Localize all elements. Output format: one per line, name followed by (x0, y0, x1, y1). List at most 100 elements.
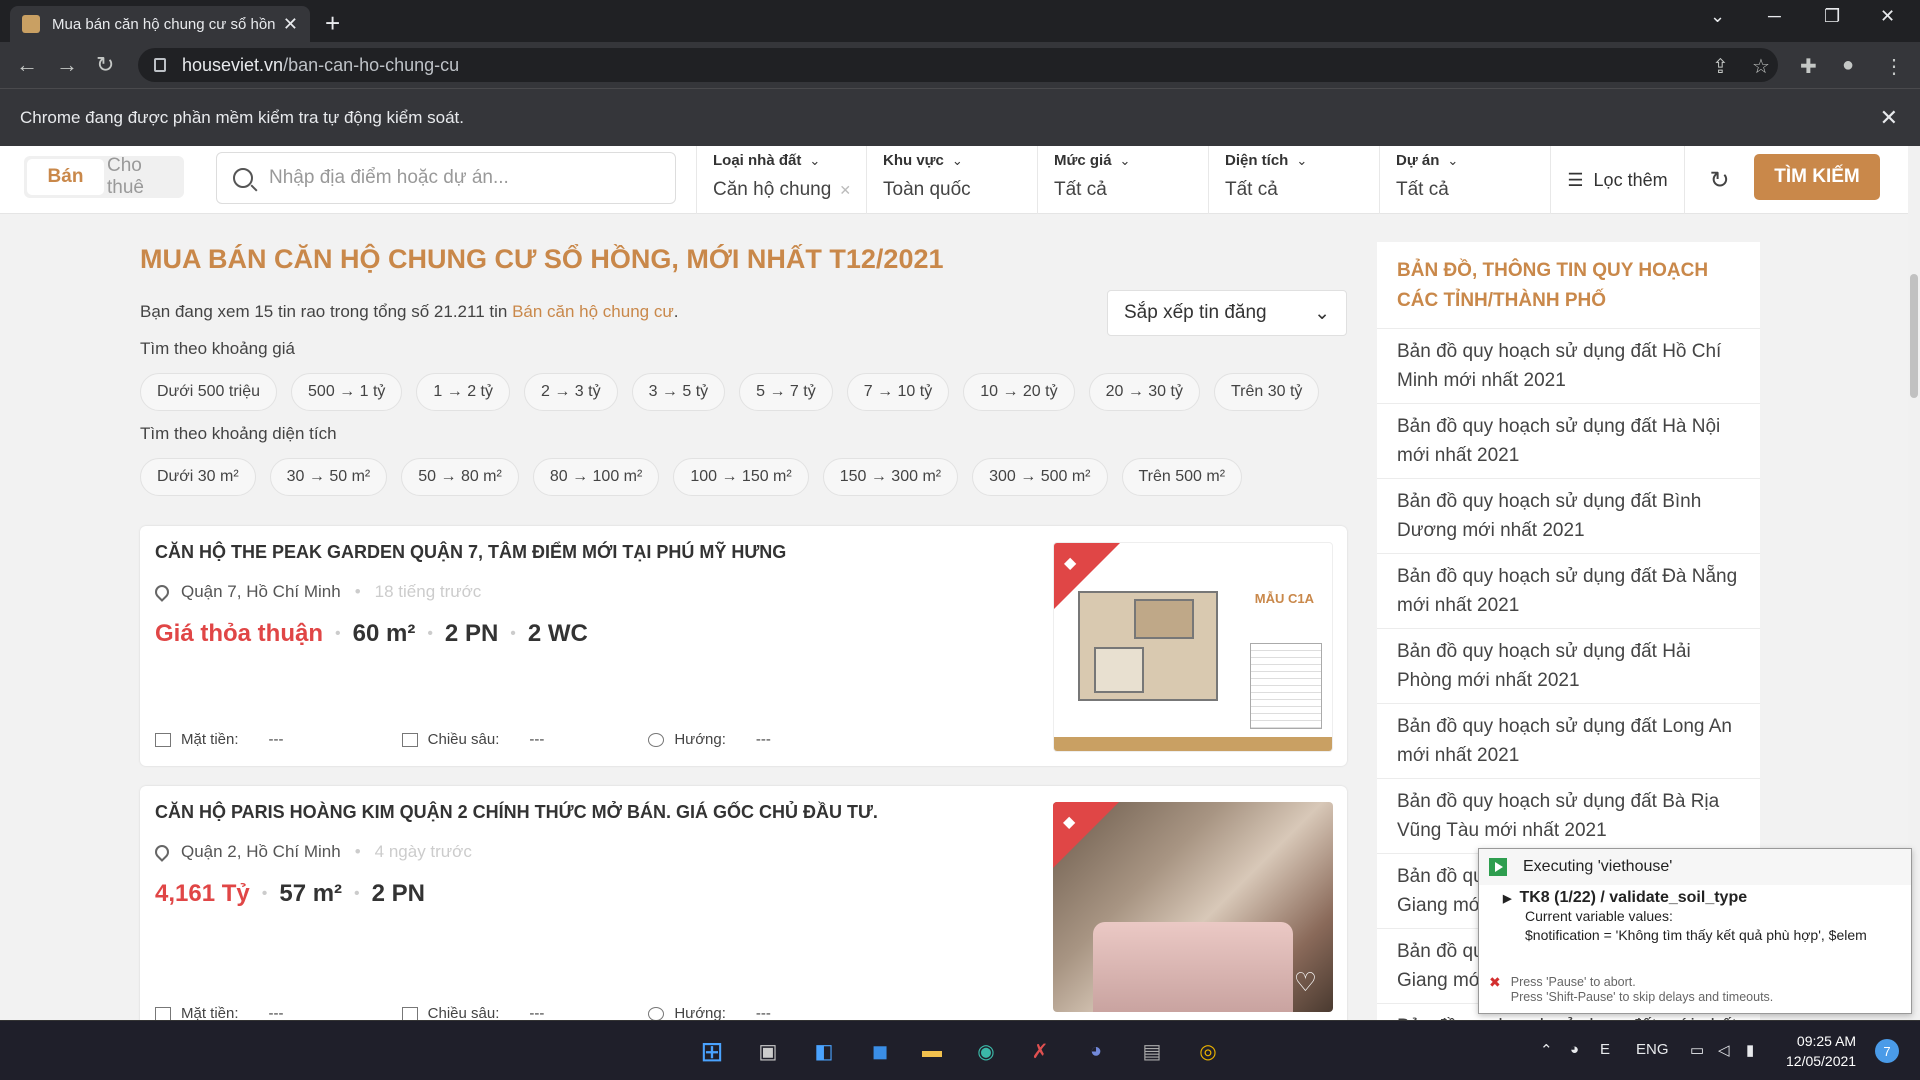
listing-title[interactable]: CĂN HỘ THE PEAK GARDEN QUẬN 7, TÂM ĐIỂM … (155, 542, 786, 563)
scrollbar-thumb[interactable] (1910, 274, 1918, 398)
expand-arrow-icon[interactable]: ▶ (1503, 893, 1511, 905)
discord-tray-icon[interactable]: ◕ (1570, 1041, 1579, 1058)
separator-dot: • (354, 842, 361, 861)
area-chip[interactable]: 30 → 50 m² (269, 458, 388, 496)
category-link[interactable]: Bán căn hộ chung cư (512, 302, 674, 321)
url-path: /ban-can-ho-chung-cu (283, 54, 460, 75)
edge-icon[interactable]: ◉ (968, 1033, 1004, 1069)
tab-close-icon[interactable]: ✕ (283, 14, 298, 35)
area-chip[interactable]: 50 → 80 m² (401, 458, 519, 496)
language-indicator[interactable]: ENG (1636, 1041, 1669, 1058)
listing-area: 60 m² (352, 620, 416, 647)
widgets-icon[interactable]: ◧ (806, 1033, 842, 1069)
clock-date: 12/05/2021 (1786, 1053, 1857, 1069)
profile-icon[interactable]: ● (1842, 54, 1854, 77)
listing-bedrooms: 2 PN (444, 620, 499, 647)
area-chip[interactable]: 100 → 150 m² (673, 458, 809, 496)
filter-property-type[interactable]: Loại nhà đất ⌄ Căn hộ chung ✕ (696, 146, 866, 214)
address-bar[interactable]: houseviet.vn/ban-can-ho-chung-cu (138, 48, 1778, 82)
reload-icon[interactable]: ↻ (96, 52, 114, 78)
tab-cho-thue[interactable]: Cho thuê (107, 155, 184, 198)
sidebar-link[interactable]: Bản đồ quy hoạch sử dụng đất Hà Nội mới … (1377, 404, 1760, 479)
sort-dropdown[interactable]: Sắp xếp tin đăng ⌄ (1107, 290, 1347, 336)
back-icon[interactable]: ← (16, 52, 38, 78)
price-chip[interactable]: 7 → 10 tỷ (846, 373, 950, 411)
price-chip[interactable]: 10 → 20 tỷ (963, 373, 1075, 411)
lock-icon (154, 58, 166, 72)
terminal-icon[interactable]: ▤ (1134, 1033, 1170, 1069)
reset-filters-icon[interactable]: ↻ (1684, 146, 1754, 214)
clear-icon[interactable]: ✕ (839, 182, 851, 198)
windows-start-icon[interactable]: ⊞ (694, 1033, 730, 1069)
katalon-icon[interactable]: ✗ (1022, 1033, 1058, 1069)
area-chip[interactable]: 80 → 100 m² (532, 458, 660, 496)
volume-icon[interactable]: ◁ (1718, 1041, 1730, 1059)
listing-image-floorplan[interactable]: MẪU C1A ◆ (1053, 542, 1333, 752)
tab-ban[interactable]: Bán (27, 159, 104, 195)
listing-title[interactable]: CĂN HỘ PARIS HOÀNG KIM QUẬN 2 CHÍNH THỨC… (155, 802, 878, 823)
search-button[interactable]: TÌM KIẾM (1754, 154, 1880, 200)
windows-taskbar: ⊞ ▣ ◧ ◼ ▬ ◉ ✗ ◕ ▤ ◎ ⌃ ◕ E ENG ▭ ◁ ▮ 09:2… (0, 1020, 1920, 1080)
price-chip[interactable]: 1 → 2 tỷ (416, 373, 510, 411)
filter-price[interactable]: Mức giá ⌄ Tất cả (1037, 146, 1208, 214)
filter-region[interactable]: Khu vực ⌄ Toàn quốc (866, 146, 1037, 214)
file-explorer-icon[interactable]: ▬ (914, 1033, 950, 1069)
sidebar-link[interactable]: Bản đồ quy hoạch sử dụng đất Đà Nẵng mới… (1377, 554, 1760, 629)
system-clock[interactable]: 09:25 AM 12/05/2021 (1786, 1031, 1856, 1071)
sidebar-link[interactable]: Bản đồ quy hoạch sử dụng đất Bà Rịa Vũng… (1377, 779, 1760, 854)
chrome-icon[interactable]: ◎ (1190, 1033, 1226, 1069)
frontage-icon (155, 732, 171, 747)
menu-icon[interactable]: ⋮ (1884, 54, 1904, 79)
chevron-down-icon: ⌄ (951, 153, 963, 168)
listing-image-bedroom[interactable]: ◆ ♡ (1053, 802, 1333, 1012)
store-icon[interactable]: ◼ (862, 1033, 898, 1069)
ime-icon[interactable]: E (1600, 1041, 1610, 1058)
share-icon[interactable]: ⇪ (1712, 54, 1729, 79)
infobar-close-icon[interactable]: ✕ (1880, 105, 1898, 131)
sidebar-link[interactable]: Bản đồ quy hoạch sử dụng đất Bình Dương … (1377, 479, 1760, 554)
frontage-label: Mặt tiền: (181, 731, 239, 748)
price-chip[interactable]: 20 → 30 tỷ (1088, 373, 1200, 411)
price-chip[interactable]: 5 → 7 tỷ (739, 373, 833, 411)
battery-icon[interactable]: ▮ (1746, 1041, 1754, 1059)
area-chip[interactable]: Dưới 30 m² (140, 458, 256, 496)
area-chip[interactable]: 150 → 300 m² (822, 458, 959, 496)
location-search-input[interactable]: Nhập địa điểm hoặc dự án... (216, 152, 676, 204)
browser-tab[interactable]: Mua bán căn hộ chung cư sổ hồng ✕ (10, 6, 310, 42)
more-filters-button[interactable]: ☰ Lọc thêm (1550, 146, 1684, 214)
filter-value: Tất cả (1054, 179, 1107, 200)
new-tab-button[interactable]: + (325, 8, 340, 39)
area-chip[interactable]: 300 → 500 m² (972, 458, 1108, 496)
price-chip[interactable]: Trên 30 tỷ (1213, 373, 1320, 411)
network-icon[interactable]: ▭ (1690, 1041, 1704, 1059)
discord-icon[interactable]: ◕ (1078, 1033, 1114, 1069)
task-view-icon[interactable]: ▣ (750, 1033, 786, 1069)
minimize-icon[interactable]: ─ (1768, 6, 1781, 27)
sidebar-link[interactable]: Bản đồ quy hoạch sử dụng đất Hải Phòng m… (1377, 629, 1760, 704)
filter-label: Mức giá (1054, 152, 1112, 169)
sidebar-link[interactable]: Bản đồ quy hoạch sử dụng đất Long An mới… (1377, 704, 1760, 779)
filter-area[interactable]: Diện tích ⌄ Tất cả (1208, 146, 1379, 214)
tray-chevron-icon[interactable]: ⌃ (1540, 1041, 1553, 1059)
frontage-icon (155, 1006, 171, 1021)
listing-card[interactable]: CĂN HỘ PARIS HOÀNG KIM QUẬN 2 CHÍNH THỨC… (140, 786, 1347, 1026)
tab-search-icon[interactable]: ⌄ (1710, 6, 1725, 27)
extensions-icon[interactable]: ✚ (1800, 54, 1817, 79)
price-chip[interactable]: 3 → 5 tỷ (631, 373, 726, 411)
filter-project[interactable]: Dự án ⌄ Tất cả (1379, 146, 1550, 214)
sidebar-link[interactable]: Bản đồ quy hoạch sử dụng đất Hồ Chí Minh… (1377, 329, 1760, 404)
bookmark-star-icon[interactable]: ☆ (1752, 54, 1770, 79)
favorite-heart-icon[interactable]: ♡ (1294, 967, 1317, 998)
browser-toolbar: ← → ↻ houseviet.vn/ban-can-ho-chung-cu ⇪… (0, 42, 1920, 88)
forward-icon[interactable]: → (56, 52, 78, 78)
separator-dot: • (335, 625, 341, 642)
restore-icon[interactable]: ❐ (1824, 6, 1840, 27)
separator-dot: • (261, 885, 268, 902)
price-chip[interactable]: 500 → 1 tỷ (291, 373, 403, 411)
area-chip[interactable]: Trên 500 m² (1121, 458, 1243, 496)
price-chip[interactable]: Dưới 500 triệu (140, 373, 278, 411)
close-window-icon[interactable]: ✕ (1880, 6, 1895, 27)
price-chip[interactable]: 2 → 3 tỷ (523, 373, 618, 411)
notification-badge[interactable]: 7 (1875, 1039, 1899, 1063)
listing-card[interactable]: CĂN HỘ THE PEAK GARDEN QUẬN 7, TÂM ĐIỂM … (140, 526, 1347, 766)
